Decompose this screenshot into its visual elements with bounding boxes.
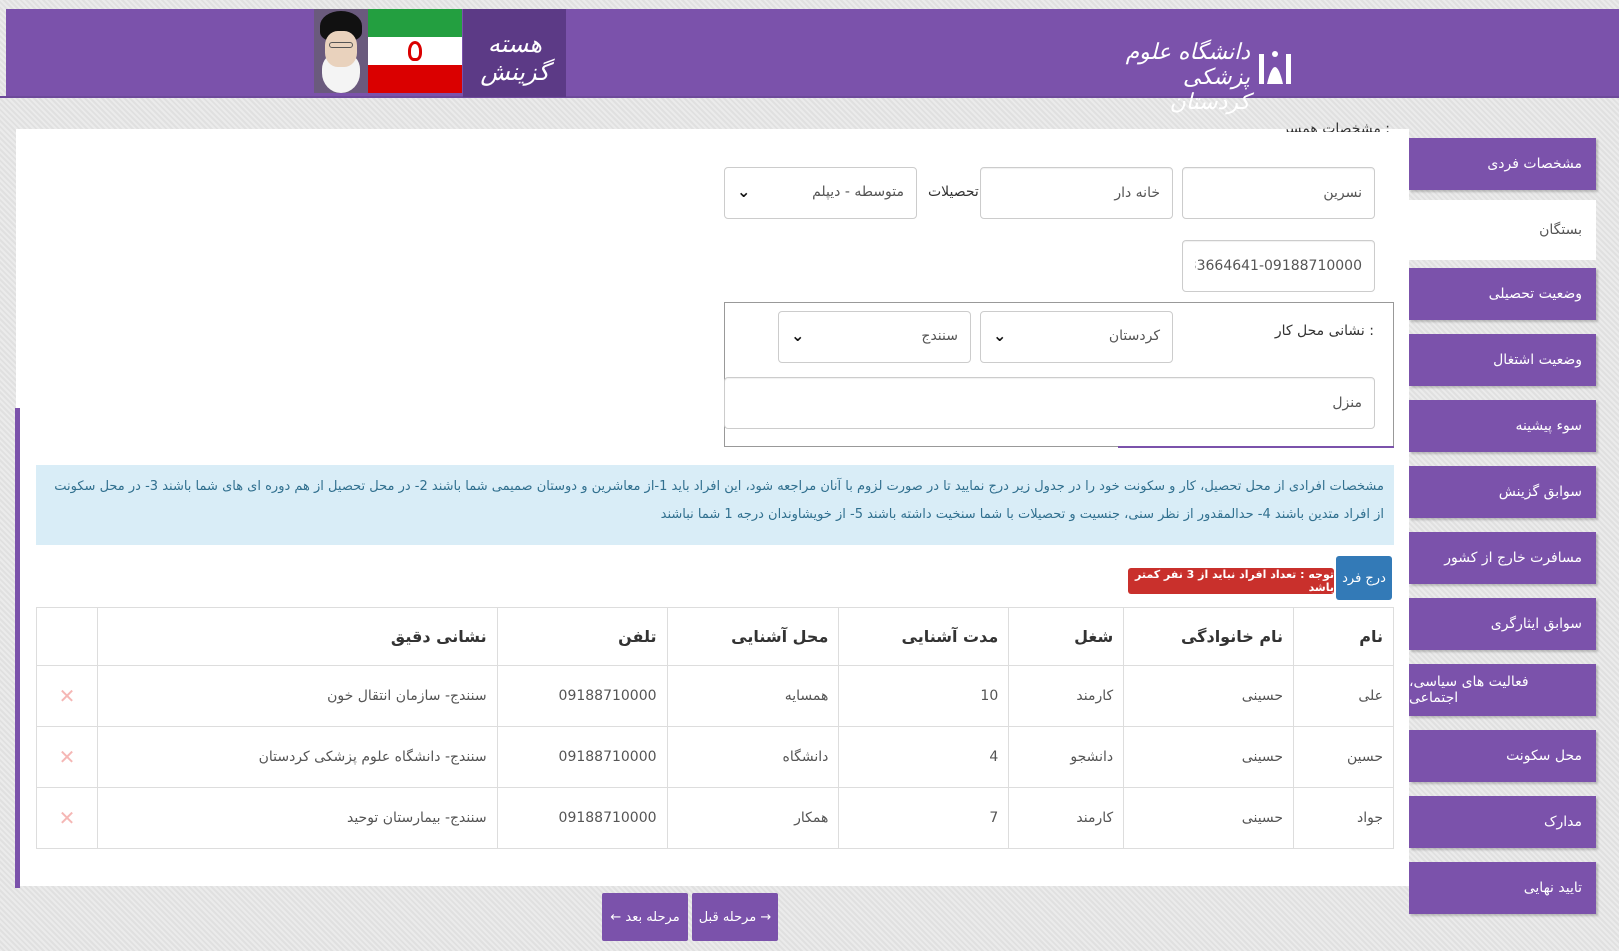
col-header-delete: [35, 607, 99, 666]
col-header-name: نام: [1293, 607, 1394, 666]
work-address-label: نشانی محل کار :: [1274, 323, 1374, 339]
sidebar-item-final-approval[interactable]: تایید نهایی: [1409, 862, 1596, 914]
education-select-value: متوسطه - دیپلم: [812, 184, 904, 200]
chevron-down-icon: ⌄: [993, 326, 1007, 345]
sidebar-item-relatives[interactable]: بستگان: [1409, 200, 1596, 260]
table-row: علی حسینی کارمند 10 همسایه 09188710000 س…: [35, 665, 1394, 727]
cell-duration: 4: [838, 726, 1010, 788]
cell-place: دانشگاه: [666, 726, 840, 788]
previous-step-button[interactable]: → مرحله قبل: [692, 893, 778, 941]
col-header-phone: تلفن: [496, 607, 668, 666]
delete-row-icon[interactable]: ✕: [35, 726, 99, 788]
cell-phone: 09188710000: [496, 787, 668, 849]
cell-name: جواد: [1293, 787, 1394, 849]
col-header-place: محل آشنایی: [666, 607, 840, 666]
header-border: [0, 96, 1619, 98]
main-accent-bar: [15, 408, 20, 888]
cell-address: سنندج- دانشگاه علوم پزشکی کردستان: [97, 726, 498, 788]
cell-family: حسینی: [1123, 787, 1295, 849]
min-count-warning-badge: توجه : تعداد افراد نباید از 3 نفر کمتر ب…: [1128, 568, 1334, 594]
sidebar-item-activities[interactable]: فعالیت های سیاسی، اجتماعی: [1409, 664, 1596, 716]
cell-family: حسینی: [1123, 665, 1295, 727]
add-person-button[interactable]: درج فرد: [1336, 556, 1392, 600]
cell-phone: 09188710000: [496, 665, 668, 727]
table-row: جواد حسینی کارمند 7 همکار 09188710000 سن…: [35, 787, 1394, 849]
chevron-down-icon: ⌄: [737, 182, 751, 201]
sidebar-item-criminal-record[interactable]: سوء پیشینه: [1409, 400, 1596, 452]
cell-job: دانشجو: [1008, 726, 1125, 788]
header-bar: [6, 9, 1619, 97]
instructions-info-box: مشخصات افرادی از محل تحصیل، کار و سکونت …: [36, 465, 1394, 545]
spouse-section-title: مشخصات همسر :: [1282, 121, 1390, 132]
sidebar-item-travel-abroad[interactable]: مسافرت خارج از کشور: [1409, 532, 1596, 584]
cell-address: سنندج- سازمان انتقال خون: [97, 665, 498, 727]
cell-job: کارمند: [1008, 665, 1125, 727]
cell-duration: 10: [838, 665, 1010, 727]
col-header-duration: مدت آشنایی: [838, 607, 1010, 666]
cell-name: حسین: [1293, 726, 1394, 788]
cell-address: سنندج- بیمارستان توحید: [97, 787, 498, 849]
cell-name: علی: [1293, 665, 1394, 727]
col-header-address: نشانی دقیق: [97, 607, 498, 666]
brand-title: هسته گزینش: [480, 30, 550, 86]
chevron-down-icon: ⌄: [791, 326, 805, 345]
col-header-family: نام خانوادگی: [1123, 607, 1295, 666]
cell-place: همکار: [666, 787, 840, 849]
sidebar-item-documents[interactable]: مدارک: [1409, 796, 1596, 848]
province-select-value: کردستان: [1108, 328, 1160, 344]
cell-job: کارمند: [1008, 787, 1125, 849]
work-address-underline: [1118, 446, 1394, 448]
sidebar-item-employment[interactable]: وضعیت اشتغال: [1409, 334, 1596, 386]
spouse-phone-field[interactable]: [1182, 240, 1375, 292]
sidebar-item-veteran[interactable]: سوابق ایثارگری: [1409, 598, 1596, 650]
spouse-first-name-field[interactable]: [1182, 167, 1375, 219]
university-name: دانشگاه علوم پزشکی کردستان: [1125, 40, 1250, 115]
province-select[interactable]: کردستان ⌄: [980, 311, 1173, 363]
table-row: حسین حسینی دانشجو 4 دانشگاه 09188710000 …: [35, 726, 1394, 788]
cell-duration: 7: [838, 787, 1010, 849]
delete-row-icon[interactable]: ✕: [35, 665, 99, 727]
education-label: تحصیلات: [928, 184, 979, 200]
cell-phone: 09188710000: [496, 726, 668, 788]
sidebar-item-personal[interactable]: مشخصات فردی: [1409, 138, 1596, 190]
acquaintances-table: نام نام خانوادگی شغل مدت آشنایی محل آشنا…: [35, 607, 1394, 849]
cell-family: حسینی: [1123, 726, 1295, 788]
next-step-button[interactable]: مرحله بعد ←: [602, 893, 688, 941]
spouse-job-field[interactable]: [980, 167, 1173, 219]
work-address-detail-field[interactable]: [724, 377, 1375, 429]
city-select[interactable]: سنندج ⌄: [778, 311, 971, 363]
col-header-job: شغل: [1008, 607, 1125, 666]
table-header-row: نام نام خانوادگی شغل مدت آشنایی محل آشنا…: [35, 607, 1394, 666]
leader-portrait: [314, 9, 368, 93]
cell-place: همسایه: [666, 665, 840, 727]
delete-row-icon[interactable]: ✕: [35, 787, 99, 849]
iran-flag-icon: [368, 9, 462, 93]
sidebar-item-residence[interactable]: محل سکونت: [1409, 730, 1596, 782]
city-select-value: سنندج: [921, 328, 958, 344]
sidebar-item-selection-history[interactable]: سوابق گزینش: [1409, 466, 1596, 518]
university-logo-icon: [1259, 51, 1291, 84]
education-select[interactable]: متوسطه - دیپلم ⌄: [724, 167, 917, 219]
sidebar-item-education[interactable]: وضعیت تحصیلی: [1409, 268, 1596, 320]
